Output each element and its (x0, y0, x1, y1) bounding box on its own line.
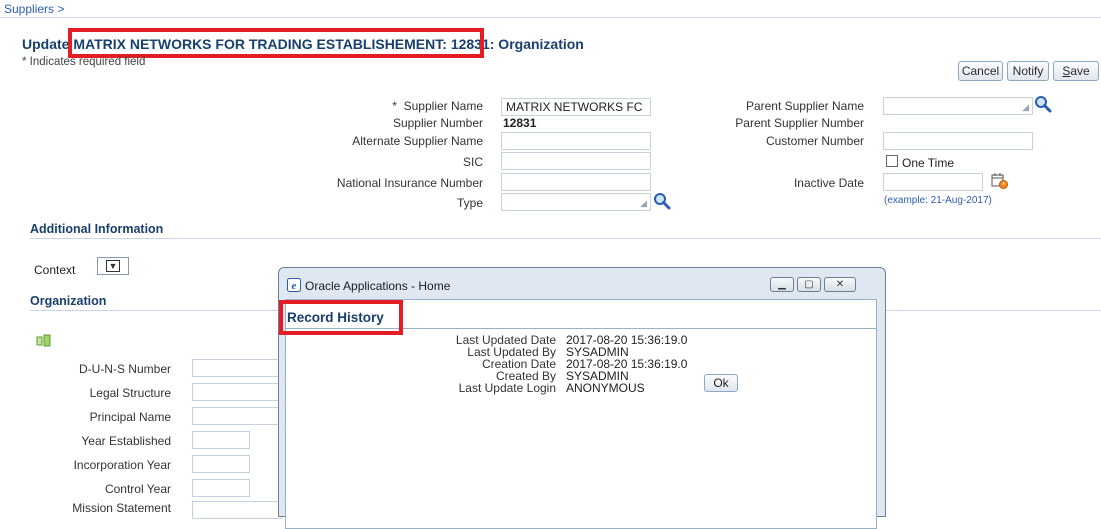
principal-name-input[interactable] (192, 407, 282, 425)
type-input[interactable]: ◢ (501, 193, 651, 211)
control-year-label: Control Year (104, 482, 171, 496)
calendar-icon[interactable] (991, 172, 1009, 190)
highlight-box-title (68, 28, 484, 58)
customer-number-label: Customer Number (765, 134, 864, 148)
national-insurance-number-input[interactable] (501, 173, 651, 191)
additional-information-divider (30, 238, 1101, 239)
save-button[interactable]: Save (1053, 61, 1099, 81)
alternate-supplier-name-label: Alternate Supplier Name (352, 134, 483, 148)
supplier-number-label: Supplier Number (392, 116, 483, 130)
ok-button[interactable]: Ok (704, 374, 738, 392)
principal-name-label: Principal Name (89, 410, 171, 424)
window-title: Oracle Applications - Home (305, 279, 451, 293)
page-title-prefix: Update (22, 36, 70, 52)
required-star: * (392, 99, 397, 113)
maximize-icon[interactable]: ▢ (797, 277, 821, 292)
supplier-name-label: * Supplier Name (392, 99, 483, 113)
legal-structure-input[interactable] (192, 383, 282, 401)
parent-supplier-search-icon[interactable] (1034, 95, 1052, 113)
lov-arrow-icon: ◢ (640, 198, 647, 208)
parent-supplier-name-input[interactable]: ◢ (883, 97, 1033, 115)
minimize-icon[interactable]: ▁ (770, 277, 794, 292)
additional-information-header: Additional Information (30, 222, 164, 236)
last-update-login-label: Last Update Login (458, 381, 556, 395)
organization-divider (30, 310, 280, 311)
year-established-input[interactable] (192, 431, 250, 449)
sic-label: SIC (462, 155, 483, 169)
one-time-label: One Time (902, 156, 955, 170)
year-established-label: Year Established (81, 434, 171, 448)
chevron-down-icon: ▼ (106, 260, 120, 272)
inactive-date-hint: (example: 21-Aug-2017) (884, 195, 992, 206)
cancel-button[interactable]: Cancel (958, 61, 1003, 81)
required-field-note: * Indicates required field (22, 56, 146, 68)
incorporation-year-input[interactable] (192, 455, 250, 473)
breadcrumb: Suppliers > (4, 2, 64, 16)
one-time-checkbox[interactable] (886, 155, 898, 167)
mission-statement-label: Mission Statement (72, 501, 171, 515)
incorporation-year-label: Incorporation Year (73, 458, 171, 472)
parent-supplier-number-label: Parent Supplier Number (735, 116, 864, 130)
organization-header: Organization (30, 294, 107, 308)
supplier-name-label-text: Supplier Name (403, 99, 483, 113)
save-button-label: ave (1070, 64, 1090, 78)
type-search-icon[interactable] (653, 192, 671, 210)
breadcrumb-separator: > (57, 2, 65, 16)
lov-arrow-icon: ◢ (1022, 102, 1029, 112)
svg-text:e: e (292, 280, 297, 292)
column-toggle-icon[interactable] (36, 334, 52, 348)
mission-statement-input[interactable] (192, 501, 282, 519)
header-divider (0, 17, 1101, 18)
highlight-box-record-history (279, 300, 403, 335)
close-icon[interactable]: ✕ (824, 277, 856, 292)
sic-input[interactable] (501, 152, 651, 170)
control-year-input[interactable] (192, 479, 250, 497)
supplier-name-value: MATRIX NETWORKS FC (506, 100, 643, 114)
supplier-name-input[interactable]: MATRIX NETWORKS FC (501, 98, 651, 116)
inactive-date-label: Inactive Date (793, 176, 864, 190)
duns-number-label: D-U-N-S Number (78, 362, 171, 376)
notify-button[interactable]: Notify (1007, 61, 1049, 81)
legal-structure-label: Legal Structure (89, 386, 171, 400)
inactive-date-input[interactable] (883, 173, 983, 191)
window-titlebar[interactable]: e Oracle Applications - Home ▁ ▢ ✕ (279, 268, 885, 298)
organization-divider-right (885, 310, 1101, 311)
context-label: Context (34, 263, 76, 277)
customer-number-input[interactable] (883, 132, 1033, 150)
type-label: Type (456, 196, 483, 210)
context-select[interactable]: ▼ (97, 257, 129, 275)
breadcrumb-suppliers-link[interactable]: Suppliers (4, 2, 54, 16)
alternate-supplier-name-input[interactable] (501, 132, 651, 150)
duns-number-input[interactable] (192, 359, 282, 377)
national-insurance-number-label: National Insurance Number (336, 176, 483, 190)
browser-icon: e (287, 278, 301, 292)
supplier-number-value: 12831 (503, 116, 537, 130)
last-update-login-value: ANONYMOUS (566, 381, 645, 395)
parent-supplier-name-label: Parent Supplier Name (745, 99, 864, 113)
